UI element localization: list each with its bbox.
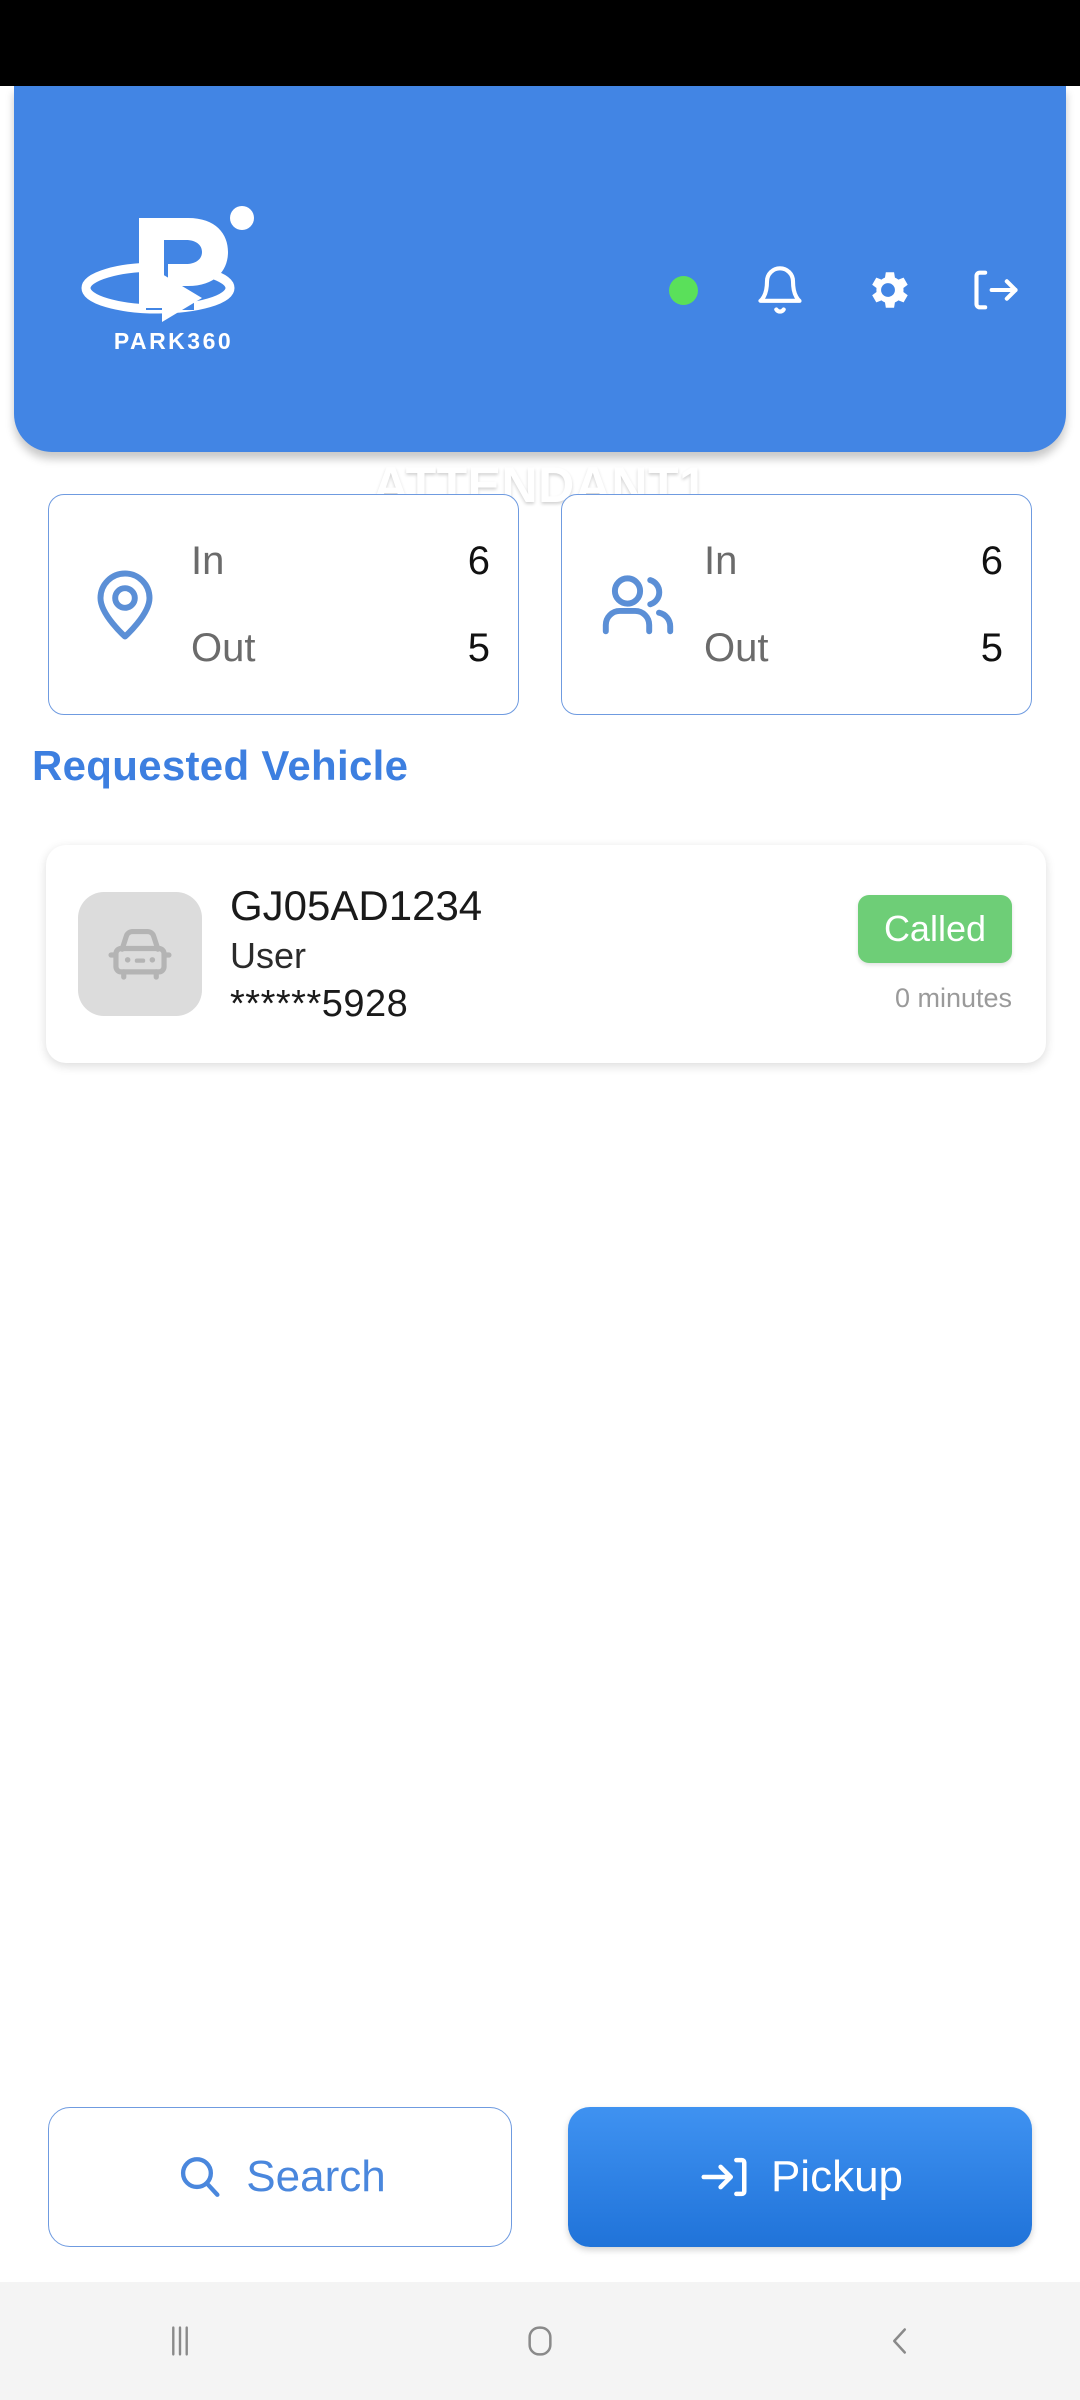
vehicle-thumbnail [78, 892, 202, 1016]
app-screen: PARK360 ATTENDANT1 In 6 Out 5 In 6 Out 5… [0, 0, 1080, 2400]
online-status-dot [669, 275, 698, 305]
recents-icon [172, 2326, 188, 2356]
home-icon [528, 2326, 552, 2356]
park360-logo: PARK360 [76, 200, 271, 370]
vehicle-plate: GJ05AD1234 [230, 881, 483, 929]
search-button-label: Search [246, 2152, 386, 2201]
stat-value: 6 [467, 538, 490, 583]
logout-icon[interactable] [970, 264, 1022, 316]
stat-label: Out [704, 625, 769, 670]
users-icon [596, 563, 680, 647]
pickup-arrow-icon [701, 2157, 747, 2197]
elapsed-time: 0 minutes [894, 982, 1012, 1013]
stat-rows: In 6 Out 5 [191, 539, 490, 671]
bottom-action-bar: Search Pickup [48, 2107, 1032, 2247]
stat-value: 5 [980, 625, 1003, 670]
back-chevron-icon [893, 2328, 907, 2354]
search-icon [181, 2157, 220, 2197]
header-icon-bar [669, 264, 1022, 316]
stat-value: 5 [467, 625, 490, 670]
settings-gear-icon[interactable] [862, 264, 914, 316]
nav-home-button[interactable] [360, 2318, 720, 2364]
stat-label: Out [191, 625, 256, 670]
vehicle-owner-phone: ******5928 [230, 983, 409, 1026]
section-title-requested-vehicle: Requested Vehicle [32, 742, 409, 789]
android-nav-bar [0, 2282, 1080, 2400]
pickup-button[interactable]: Pickup [568, 2107, 1032, 2247]
stat-value: 6 [980, 538, 1003, 583]
vehicle-status-group: Called 0 minutes [857, 894, 1012, 1014]
stat-card-users[interactable]: In 6 Out 5 [561, 494, 1032, 715]
stat-label: In [704, 538, 738, 583]
stat-line-out: Out 5 [704, 626, 1003, 671]
system-status-bar [0, 0, 1080, 86]
notification-bell-icon[interactable] [754, 264, 806, 316]
requested-vehicle-card[interactable]: GJ05AD1234 User ******5928 Called 0 minu… [46, 845, 1046, 1063]
stats-row: In 6 Out 5 In 6 Out 5 [48, 494, 1032, 715]
stat-line-out: Out 5 [191, 626, 490, 671]
nav-back-button[interactable] [720, 2318, 1080, 2364]
car-front-icon [108, 928, 172, 980]
stat-line-in: In 6 [704, 539, 1003, 584]
app-header: PARK360 ATTENDANT1 [14, 86, 1066, 513]
park360-logo-icon [81, 206, 254, 322]
location-pin-icon [83, 563, 167, 647]
status-badge[interactable]: Called [857, 894, 1012, 963]
stat-card-location[interactable]: In 6 Out 5 [48, 494, 519, 715]
logo-wordmark: PARK360 [113, 328, 234, 354]
vehicle-info: GJ05AD1234 User ******5928 [230, 882, 858, 1027]
vehicle-owner-name: User [230, 935, 307, 977]
pickup-button-label: Pickup [770, 2152, 904, 2201]
search-button[interactable]: Search [48, 2107, 512, 2247]
stat-rows: In 6 Out 5 [704, 539, 1003, 671]
stat-line-in: In 6 [191, 539, 490, 584]
nav-recents-button[interactable] [0, 2318, 360, 2364]
stat-label: In [191, 538, 225, 583]
